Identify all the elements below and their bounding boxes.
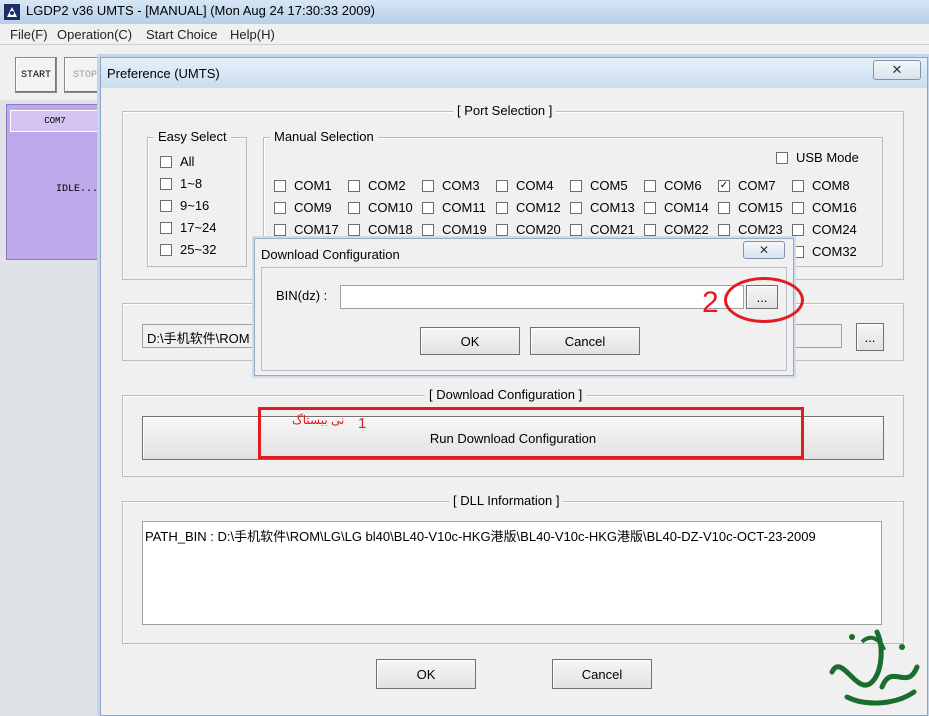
- com-port-com13[interactable]: COM13: [570, 200, 635, 215]
- menu-operation[interactable]: Operation(C): [57, 27, 132, 42]
- download-config-legend: [ Download Configuration ]: [425, 387, 587, 402]
- checkbox[interactable]: [274, 179, 286, 192]
- easy-select-17-24[interactable]: 17~24: [160, 220, 217, 235]
- port-selection-legend: [ Port Selection ]: [453, 103, 557, 118]
- dll-info-textbox[interactable]: PATH_BIN : D:\手机软件\ROM\LG\LG bl40\BL40-V…: [142, 521, 882, 625]
- preference-cancel-button[interactable]: Cancel: [552, 659, 652, 689]
- checkbox[interactable]: [644, 201, 656, 214]
- com-port-com24[interactable]: COM24: [792, 222, 857, 237]
- checkbox[interactable]: [496, 223, 508, 236]
- com-port-com22[interactable]: COM22: [644, 222, 709, 237]
- annotation-step-2: 2: [702, 286, 719, 319]
- com-port-com4[interactable]: COM4: [496, 178, 554, 193]
- com-port-com14[interactable]: COM14: [644, 200, 709, 215]
- annotation-step-1-arabic: نی ببستاگ: [292, 413, 345, 427]
- preference-ok-button[interactable]: OK: [376, 659, 476, 689]
- com-port-com16[interactable]: COM16: [792, 200, 857, 215]
- checkbox[interactable]: [644, 179, 656, 192]
- menu-bar: File(F) Operation(C) Start Choice Help(H…: [0, 24, 929, 45]
- com-port-com9[interactable]: COM9: [274, 200, 332, 215]
- com-port-com10[interactable]: COM10: [348, 200, 413, 215]
- com-port-com23[interactable]: COM23: [718, 222, 783, 237]
- app-title: LGDP2 v36 UMTS - [MANUAL] (Mon Aug 24 17…: [26, 3, 376, 18]
- download-config-title: Download Configuration: [261, 247, 400, 262]
- easy-select-9-16[interactable]: 9~16: [160, 198, 209, 213]
- com-port-com5[interactable]: COM5: [570, 178, 628, 193]
- com-port-com18[interactable]: COM18: [348, 222, 413, 237]
- preference-titlebar: Preference (UMTS) ✕: [101, 58, 927, 88]
- checkbox[interactable]: [792, 179, 804, 192]
- path-browse-button[interactable]: ...: [856, 323, 884, 351]
- easy-select-all[interactable]: All: [160, 154, 194, 169]
- download-config-close-button[interactable]: ✕: [743, 241, 785, 259]
- checkbox[interactable]: [348, 223, 360, 236]
- menu-start-choice[interactable]: Start Choice: [146, 27, 218, 42]
- preference-dialog: Preference (UMTS) ✕ [ Port Selection ] E…: [100, 57, 928, 716]
- checkbox[interactable]: [348, 179, 360, 192]
- bin-label: BIN(dz) :: [276, 288, 328, 303]
- checkbox[interactable]: [274, 201, 286, 214]
- app-icon: [4, 4, 20, 20]
- checkbox[interactable]: [274, 223, 286, 236]
- annotation-browse-highlight: [724, 277, 804, 323]
- app-titlebar: LGDP2 v36 UMTS - [MANUAL] (Mon Aug 24 17…: [0, 0, 929, 24]
- checkbox[interactable]: [718, 201, 730, 214]
- checkbox[interactable]: [644, 223, 656, 236]
- com-port-com11[interactable]: COM11: [422, 200, 486, 215]
- com-port-com6[interactable]: COM6: [644, 178, 702, 193]
- com-port-com32[interactable]: COM32: [792, 244, 857, 259]
- easy-select-legend: Easy Select: [154, 129, 231, 144]
- checkbox[interactable]: ✓: [718, 179, 730, 192]
- com-port-com3[interactable]: COM3: [422, 178, 480, 193]
- checkbox[interactable]: [160, 155, 172, 168]
- preference-close-button[interactable]: ✕: [873, 60, 921, 80]
- download-config-ok-button[interactable]: OK: [420, 327, 520, 355]
- easy-select-group: Easy Select All 1~8 9~16 17~24 25~32: [147, 129, 247, 267]
- checkbox[interactable]: [776, 151, 788, 164]
- checkbox[interactable]: [570, 223, 582, 236]
- com-port-com1[interactable]: COM1: [274, 178, 332, 193]
- preference-title: Preference (UMTS): [107, 66, 220, 81]
- com-port-com19[interactable]: COM19: [422, 222, 487, 237]
- easy-select-1-8[interactable]: 1~8: [160, 176, 202, 191]
- calligraphy-watermark: [829, 629, 920, 706]
- menu-help[interactable]: Help(H): [230, 27, 275, 42]
- checkbox[interactable]: [422, 223, 434, 236]
- com-port-com15[interactable]: COM15: [718, 200, 783, 215]
- checkbox[interactable]: [496, 179, 508, 192]
- checkbox[interactable]: [496, 201, 508, 214]
- com-port-com2[interactable]: COM2: [348, 178, 406, 193]
- usb-mode-checkbox[interactable]: USB Mode: [776, 150, 859, 165]
- checkbox[interactable]: [422, 179, 434, 192]
- checkbox[interactable]: [160, 243, 172, 256]
- com-port-com21[interactable]: COM21: [570, 222, 635, 237]
- checkbox[interactable]: [570, 179, 582, 192]
- checkbox[interactable]: [792, 201, 804, 214]
- com-port-com7[interactable]: ✓ COM7: [718, 178, 776, 193]
- checkbox[interactable]: [570, 201, 582, 214]
- com-port-com12[interactable]: COM12: [496, 200, 561, 215]
- checkbox[interactable]: [792, 223, 804, 236]
- com-port-com8[interactable]: COM8: [792, 178, 850, 193]
- checkbox[interactable]: [160, 221, 172, 234]
- com-port-com20[interactable]: COM20: [496, 222, 561, 237]
- bin-input[interactable]: [340, 285, 744, 309]
- checkbox[interactable]: [348, 201, 360, 214]
- port-tab[interactable]: COM7: [10, 110, 100, 132]
- checkbox[interactable]: [718, 223, 730, 236]
- annotation-step-1: 1: [358, 415, 367, 432]
- dll-info-legend: [ DLL Information ]: [449, 493, 564, 508]
- manual-selection-legend: Manual Selection: [270, 129, 378, 144]
- start-button[interactable]: START: [15, 57, 57, 93]
- port-status: IDLE...: [55, 184, 98, 195]
- checkbox[interactable]: [160, 177, 172, 190]
- checkbox[interactable]: [160, 199, 172, 212]
- easy-select-25-32[interactable]: 25~32: [160, 242, 217, 257]
- checkbox[interactable]: [422, 201, 434, 214]
- dll-info-group: [ DLL Information ] PATH_BIN : D:\手机软件\R…: [122, 493, 904, 644]
- download-config-cancel-button[interactable]: Cancel: [530, 327, 640, 355]
- com-port-com17[interactable]: COM17: [274, 222, 339, 237]
- menu-file[interactable]: File(F): [10, 27, 48, 42]
